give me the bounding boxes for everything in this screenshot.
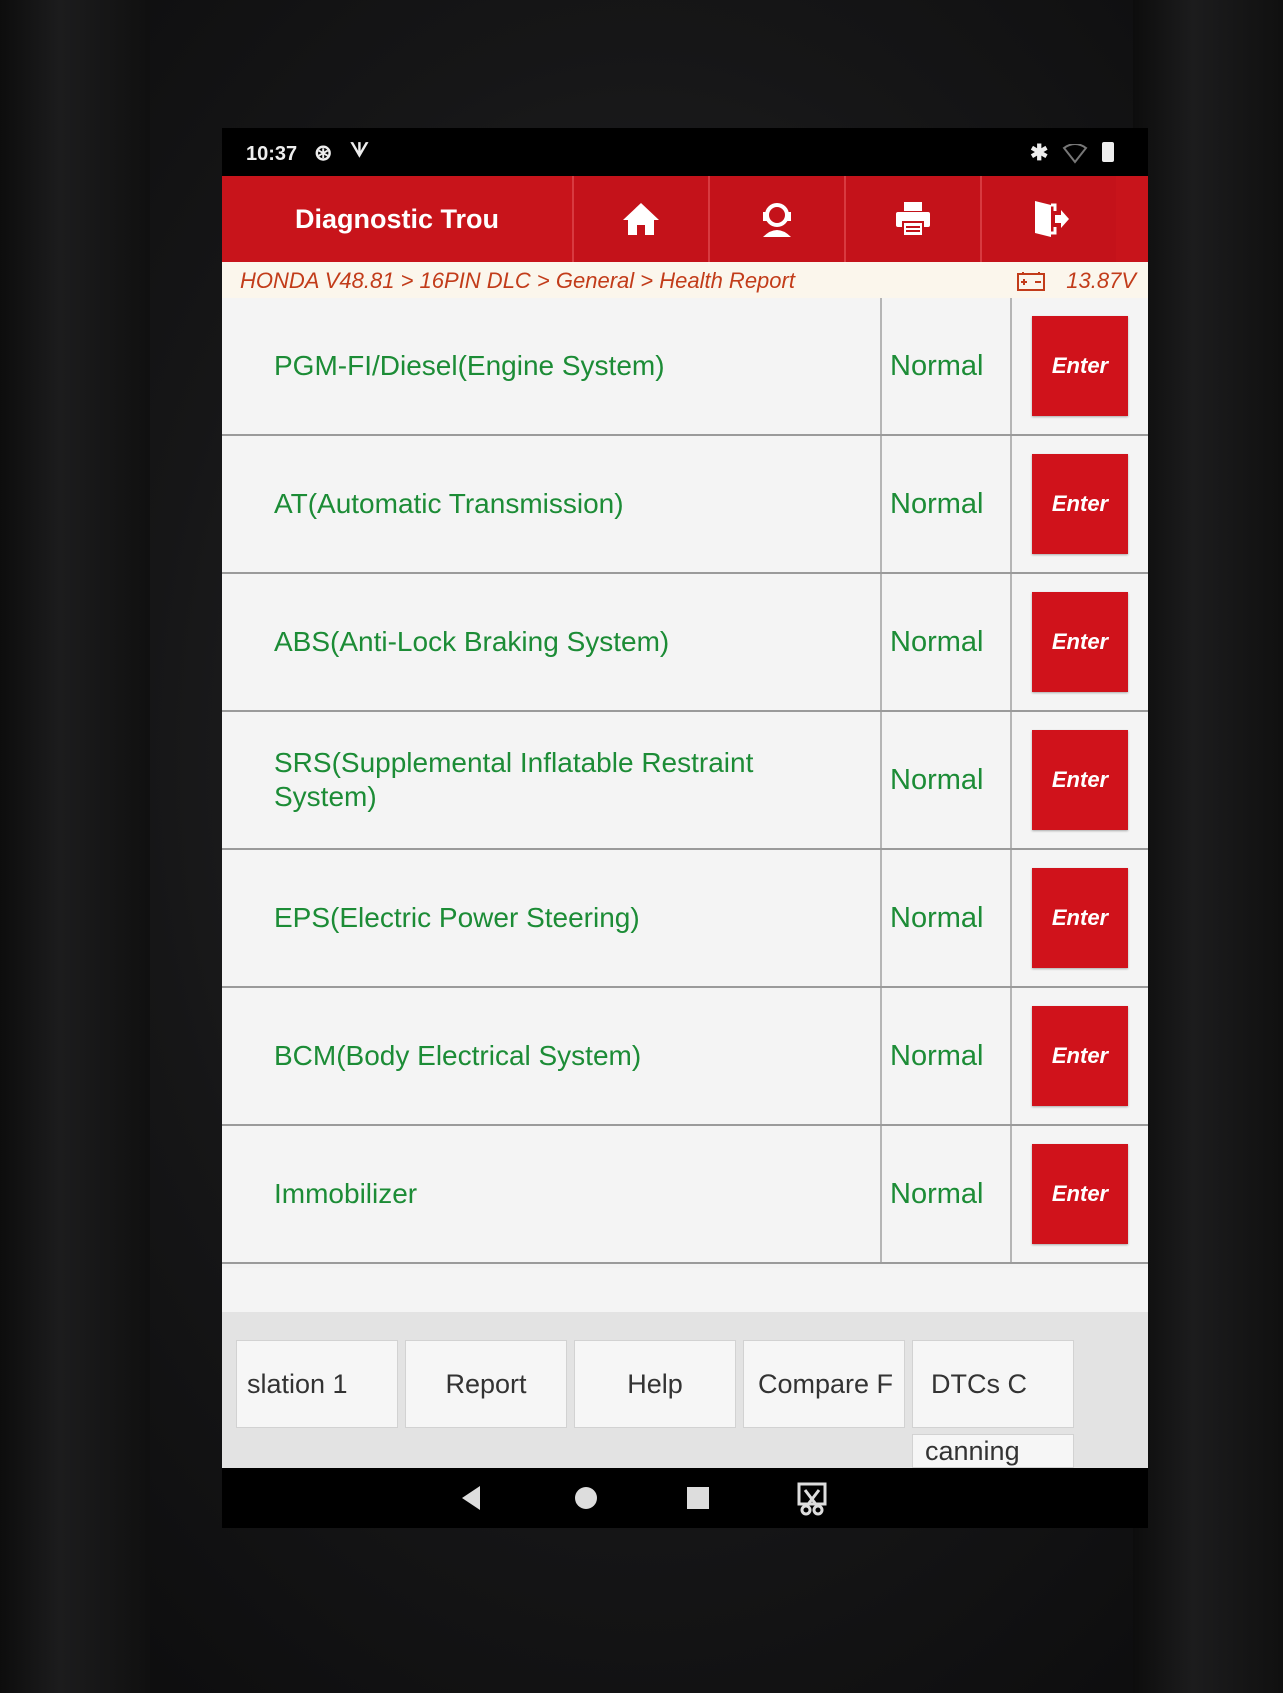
back-icon[interactable] — [452, 1478, 492, 1518]
table-row: BCM(Body Electrical System) Normal Enter — [222, 988, 1148, 1126]
support-icon — [763, 203, 791, 237]
translation-button[interactable]: slation 1 — [236, 1340, 398, 1428]
print-button[interactable] — [844, 176, 980, 262]
enter-cell: Enter — [1012, 1126, 1148, 1262]
voltage-readout: 13.87V — [1016, 268, 1136, 294]
support-button[interactable] — [708, 176, 844, 262]
enter-cell: Enter — [1012, 850, 1148, 986]
enter-button[interactable]: Enter — [1032, 1006, 1128, 1106]
system-name: ABS(Anti-Lock Braking System) — [222, 574, 882, 710]
table-row: ABS(Anti-Lock Braking System) Normal Ent… — [222, 574, 1148, 712]
device-rail-left — [0, 0, 150, 1693]
print-icon — [896, 202, 930, 237]
home-button[interactable] — [572, 176, 708, 262]
system-status: Normal — [882, 712, 1012, 848]
system-status: Normal — [882, 988, 1012, 1124]
system-status: Normal — [882, 298, 1012, 434]
enter-button[interactable]: Enter — [1032, 454, 1128, 554]
bluetooth-icon: ✱ — [1030, 140, 1049, 165]
system-status: Normal — [882, 574, 1012, 710]
system-status: Normal — [882, 850, 1012, 986]
home-nav-icon[interactable] — [566, 1478, 606, 1518]
system-name: PGM-FI/Diesel(Engine System) — [222, 298, 882, 434]
device-screen: 10:37 ⊛ ᗐ ✱ Diagnostic Trou HONDA V48.81… — [222, 128, 1148, 1528]
enter-button[interactable]: Enter — [1032, 730, 1128, 830]
wifi-icon — [1062, 144, 1088, 164]
exit-icon — [1035, 201, 1069, 237]
table-row: EPS(Electric Power Steering) Normal Ente… — [222, 850, 1148, 988]
enter-cell: Enter — [1012, 574, 1148, 710]
screenshot-icon[interactable] — [792, 1478, 832, 1518]
car-battery-icon — [1017, 272, 1046, 291]
scanning-button[interactable]: canning — [912, 1434, 1074, 1468]
enter-button[interactable]: Enter — [1032, 868, 1128, 968]
enter-cell: Enter — [1012, 988, 1148, 1124]
status-bar: 10:37 ⊛ ᗐ ✱ — [222, 128, 1148, 176]
function-bar: slation 1 Report Help Compare F DTCs C c… — [222, 1268, 1148, 1468]
system-status: Normal — [882, 1126, 1012, 1262]
enter-button[interactable]: Enter — [1032, 592, 1128, 692]
recents-icon[interactable] — [678, 1478, 718, 1518]
system-nav-bar — [222, 1468, 1148, 1528]
system-status: Normal — [882, 436, 1012, 572]
enter-button[interactable]: Enter — [1032, 1144, 1128, 1244]
system-name: SRS(Supplemental Inflatable Restraint Sy… — [222, 712, 882, 848]
system-list: PGM-FI/Diesel(Engine System) Normal Ente… — [222, 298, 1148, 1268]
battery-icon — [1102, 142, 1114, 162]
table-row: SRS(Supplemental Inflatable Restraint Sy… — [222, 712, 1148, 850]
system-name: BCM(Body Electrical System) — [222, 988, 882, 1124]
device-rail-right — [1133, 0, 1283, 1693]
system-name: AT(Automatic Transmission) — [222, 436, 882, 572]
diagnostic-icon: ᗐ — [350, 140, 369, 162]
enter-cell: Enter — [1012, 298, 1148, 434]
breadcrumb-path: HONDA V48.81 > 16PIN DLC > General > Hea… — [240, 268, 795, 293]
dtcs-button[interactable]: DTCs C — [912, 1340, 1074, 1428]
table-row: PGM-FI/Diesel(Engine System) Normal Ente… — [222, 298, 1148, 436]
table-row: Immobilizer Normal Enter — [222, 1126, 1148, 1264]
top-toolbar: Diagnostic Trou — [222, 176, 1148, 262]
page-title: Diagnostic Trou — [294, 204, 500, 234]
voltage-value: 13.87V — [1066, 268, 1136, 293]
list-end-strip — [222, 1268, 1148, 1312]
home-icon — [623, 203, 659, 235]
report-button[interactable]: Report — [405, 1340, 567, 1428]
compare-button[interactable]: Compare F — [743, 1340, 905, 1428]
notification-icon: ⊛ — [314, 140, 333, 165]
system-name: Immobilizer — [222, 1126, 882, 1262]
table-row: AT(Automatic Transmission) Normal Enter — [222, 436, 1148, 574]
breadcrumb: HONDA V48.81 > 16PIN DLC > General > Hea… — [222, 262, 1148, 298]
clock: 10:37 — [246, 143, 298, 165]
enter-cell: Enter — [1012, 712, 1148, 848]
help-button[interactable]: Help — [574, 1340, 736, 1428]
enter-cell: Enter — [1012, 436, 1148, 572]
system-name: EPS(Electric Power Steering) — [222, 850, 882, 986]
exit-button[interactable] — [980, 176, 1116, 262]
enter-button[interactable]: Enter — [1032, 316, 1128, 416]
